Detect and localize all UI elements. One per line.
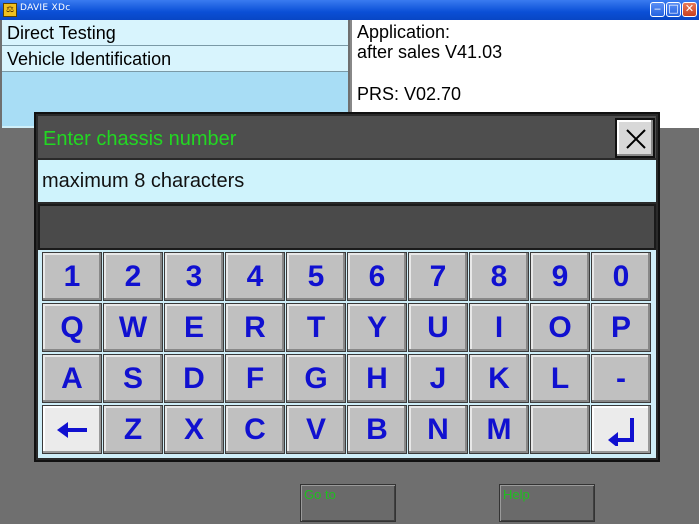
- enter-return-icon: [608, 418, 634, 446]
- minimize-button[interactable]: ‒: [650, 2, 665, 17]
- key-d[interactable]: D: [164, 354, 224, 403]
- key-h[interactable]: H: [347, 354, 407, 403]
- key-c[interactable]: C: [225, 405, 285, 454]
- key-6[interactable]: 6: [347, 252, 407, 301]
- window-title: DAVIE XDc: [20, 3, 71, 13]
- key-y[interactable]: Y: [347, 303, 407, 352]
- key-m[interactable]: M: [469, 405, 529, 454]
- enter-key[interactable]: [591, 405, 651, 454]
- window-title-bar: ⚖ DAVIE XDc ‒ □ ✕: [0, 0, 699, 20]
- menu-item-vehicle-identification[interactable]: Vehicle Identification: [2, 46, 348, 72]
- key-8[interactable]: 8: [469, 252, 529, 301]
- key-1[interactable]: 1: [42, 252, 102, 301]
- key-r[interactable]: R: [225, 303, 285, 352]
- backspace-key[interactable]: [42, 405, 102, 454]
- chassis-number-dialog: Enter chassis number maximum 8 character…: [34, 112, 660, 462]
- dialog-header: Enter chassis number: [38, 116, 656, 158]
- key-j[interactable]: J: [408, 354, 468, 403]
- key-p[interactable]: P: [591, 303, 651, 352]
- key-4[interactable]: 4: [225, 252, 285, 301]
- key-g[interactable]: G: [286, 354, 346, 403]
- application-label: Application:: [357, 22, 451, 42]
- close-icon: [626, 129, 646, 149]
- prs-version: PRS: V02.70: [357, 84, 462, 104]
- chassis-number-input[interactable]: [38, 204, 656, 250]
- goto-button[interactable]: Go to: [300, 484, 396, 522]
- key-e[interactable]: E: [164, 303, 224, 352]
- key-7[interactable]: 7: [408, 252, 468, 301]
- blank-key[interactable]: [530, 405, 590, 454]
- key-k[interactable]: K: [469, 354, 529, 403]
- help-button[interactable]: Help: [499, 484, 595, 522]
- key-s[interactable]: S: [103, 354, 163, 403]
- key-9[interactable]: 9: [530, 252, 590, 301]
- key-i[interactable]: I: [469, 303, 529, 352]
- key-5[interactable]: 5: [286, 252, 346, 301]
- key-q[interactable]: Q: [42, 303, 102, 352]
- dialog-title: Enter chassis number: [43, 128, 237, 150]
- keypad: 1 2 3 4 5 6 7 8 9 0 Q W E R T Y U I O P …: [38, 250, 656, 458]
- key-b[interactable]: B: [347, 405, 407, 454]
- key-o[interactable]: O: [530, 303, 590, 352]
- app-icon: ⚖: [3, 3, 17, 17]
- window-close-button[interactable]: ✕: [682, 2, 697, 17]
- key-u[interactable]: U: [408, 303, 468, 352]
- key-f[interactable]: F: [225, 354, 285, 403]
- key-l[interactable]: L: [530, 354, 590, 403]
- key-x[interactable]: X: [164, 405, 224, 454]
- key-n[interactable]: N: [408, 405, 468, 454]
- application-value: after sales V41.03: [357, 42, 503, 62]
- maximize-button[interactable]: □: [666, 2, 681, 17]
- key-3[interactable]: 3: [164, 252, 224, 301]
- dialog-close-button[interactable]: [615, 118, 655, 158]
- key-dash[interactable]: -: [591, 354, 651, 403]
- key-t[interactable]: T: [286, 303, 346, 352]
- key-2[interactable]: 2: [103, 252, 163, 301]
- key-v[interactable]: V: [286, 405, 346, 454]
- menu-item-direct-testing[interactable]: Direct Testing: [2, 20, 348, 46]
- key-z[interactable]: Z: [103, 405, 163, 454]
- key-0[interactable]: 0: [591, 252, 651, 301]
- dialog-hint: maximum 8 characters: [38, 160, 656, 202]
- key-a[interactable]: A: [42, 354, 102, 403]
- key-w[interactable]: W: [103, 303, 163, 352]
- arrow-left-icon: [57, 422, 87, 438]
